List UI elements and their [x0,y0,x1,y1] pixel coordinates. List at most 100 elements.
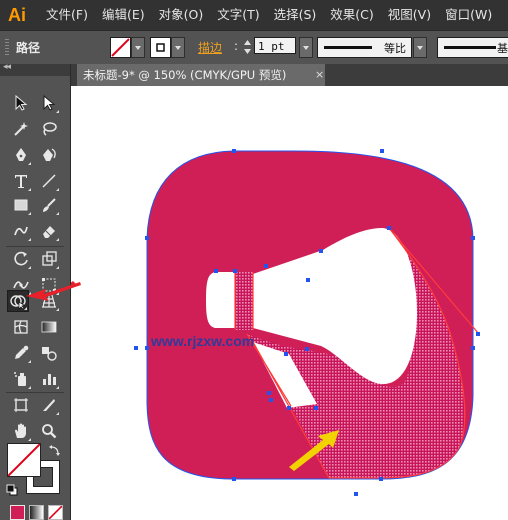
anchor-point[interactable] [306,278,310,282]
tools-panel-header[interactable]: ◂◂ [0,62,70,76]
anchor-point[interactable] [134,346,138,350]
flyout-indicator [28,438,31,441]
app-logo: Ai [8,4,26,25]
pen-tool[interactable] [10,144,32,166]
flyout-indicator [56,266,59,269]
slice-tool[interactable] [38,394,60,416]
none-mode-icon [49,506,62,519]
blend-tool[interactable] [38,342,60,364]
fill-color-dropdown[interactable] [131,37,145,58]
lasso-tool[interactable] [38,118,60,140]
hand-tool[interactable] [10,420,32,442]
flyout-indicator [28,188,31,191]
anchor-point[interactable] [232,477,236,481]
eyedropper-tool[interactable] [10,342,32,364]
symbol-sprayer-tool[interactable] [10,368,32,390]
anchor-point[interactable] [232,149,236,153]
stroke-color-dropdown[interactable] [171,37,185,58]
zoom-tool[interactable] [38,420,60,442]
anchor-point[interactable] [267,391,271,395]
anchor-point[interactable] [380,149,384,153]
curvature-pen-icon [43,148,56,161]
menu-object[interactable]: 对象(O) [152,0,211,30]
flyout-indicator [56,308,59,311]
anchor-point[interactable] [471,346,475,350]
menu-file[interactable]: 文件(F) [32,0,95,30]
magic-wand-tool[interactable] [10,118,32,140]
none-mode-button[interactable] [48,505,63,520]
panel-grip[interactable] [5,39,9,56]
flyout-indicator [56,212,59,215]
anchor-point[interactable] [145,346,149,350]
menu-type[interactable]: 文字(T) [210,0,266,30]
brush-line-icon [444,46,496,49]
collapse-icon[interactable]: ◂◂ [3,62,11,72]
eraser-tool[interactable] [38,220,60,242]
stroke-weight-dropdown[interactable] [299,37,313,58]
menu-effect[interactable]: 效果(C) [323,0,380,30]
mesh-icon [14,320,28,334]
anchor-point[interactable] [214,269,218,273]
column-graph-tool[interactable] [38,368,60,390]
selection-tool[interactable] [10,92,32,114]
none-fill-icon [8,444,40,476]
paintbrush-tool[interactable] [38,194,60,216]
direct-selection-tool[interactable] [38,92,60,114]
menu-window[interactable]: 窗口(W) [438,0,499,30]
flyout-indicator [56,412,59,415]
anchor-point[interactable] [233,269,237,273]
megaphone-back-shape [206,272,235,328]
stroke-weight-stepper[interactable] [243,38,252,56]
stroke-color-swatch[interactable] [150,37,171,58]
scale-tool[interactable] [38,248,60,270]
anchor-point[interactable] [387,226,391,230]
anchor-point[interactable] [284,352,288,356]
anchor-point[interactable] [287,406,291,410]
anchor-point[interactable] [264,264,268,268]
stroke-label[interactable]: 描边 [198,39,222,56]
anchor-point[interactable] [145,236,149,240]
artboard-canvas[interactable]: www.rjzxw.com [71,86,508,520]
none-color-icon [111,38,130,57]
rotate-tool[interactable] [10,248,32,270]
flyout-indicator [56,188,59,191]
annotation-arrow-pointer [26,282,81,301]
line-segment-tool[interactable] [38,170,60,192]
type-tool[interactable] [10,170,32,192]
shaper-tool[interactable] [10,220,32,242]
mesh-tool[interactable] [10,316,32,338]
variable-width-profile[interactable]: 等比 [317,37,412,58]
color-mode-button[interactable] [10,505,25,520]
gradient-mode-button[interactable] [29,505,44,520]
brush-definition[interactable]: 基 [437,37,508,58]
gradient-tool[interactable] [38,316,60,338]
toolbar-divider [6,246,64,247]
anchor-point[interactable] [314,406,318,410]
anchor-point[interactable] [379,477,383,481]
menu-view[interactable]: 视图(V) [381,0,438,30]
stroke-weight-input[interactable]: 1 pt [254,37,296,54]
anchor-point[interactable] [476,332,480,336]
anchor-point[interactable] [354,492,358,496]
artboard-icon [14,398,28,412]
document-tab[interactable]: 未标题-9* @ 150% (CMYK/GPU 预览) × [77,64,325,86]
swap-fill-stroke-icon[interactable] [49,444,61,456]
menu-edit[interactable]: 编辑(E) [95,0,152,30]
anchor-point[interactable] [305,347,309,351]
anchor-point[interactable] [319,249,323,253]
profile-dropdown[interactable] [413,37,427,58]
menu-select[interactable]: 选择(S) [267,0,324,30]
flyout-indicator [24,307,27,310]
document-tab-bar: 未标题-9* @ 150% (CMYK/GPU 预览) × [71,64,508,86]
curvature-tool[interactable] [38,144,60,166]
close-icon[interactable]: × [315,64,324,86]
flyout-indicator [28,266,31,269]
anchor-point[interactable] [471,236,475,240]
rectangle-tool[interactable] [10,194,32,216]
default-colors-icon[interactable] [6,484,18,496]
fill-color-swatch[interactable] [110,37,131,58]
artboard-tool[interactable] [10,394,32,416]
flyout-indicator [56,386,59,389]
anchor-point[interactable] [269,398,273,402]
fill-swatch[interactable] [7,443,41,477]
